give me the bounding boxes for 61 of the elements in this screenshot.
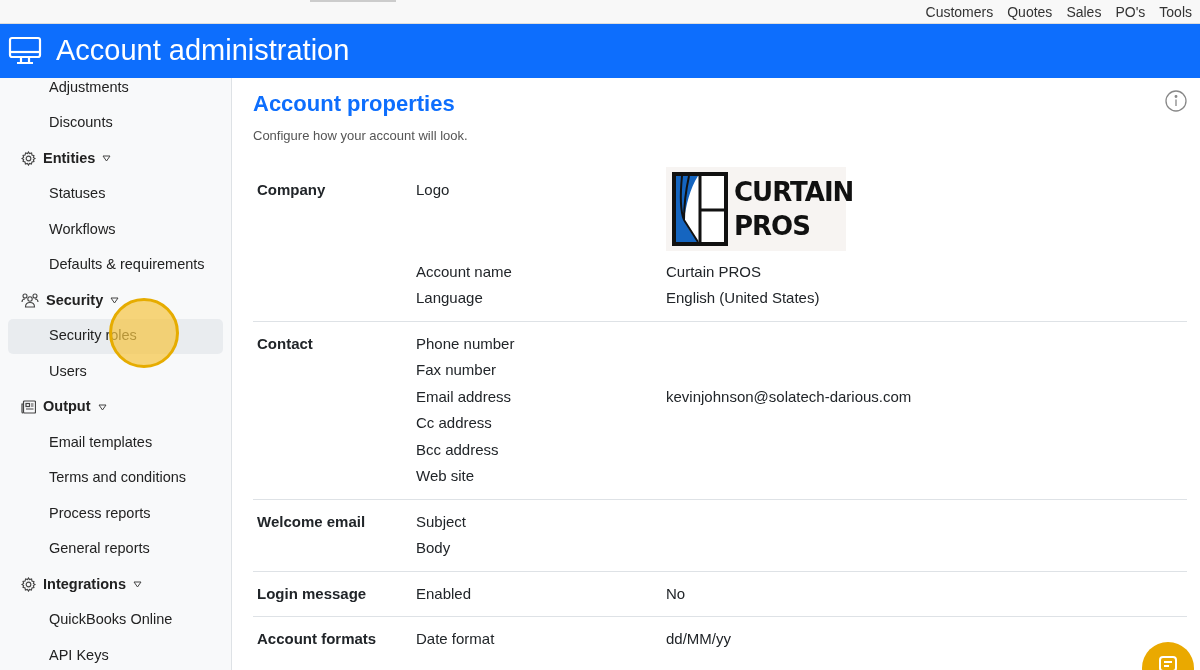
sidebar-item[interactable]: Process reports xyxy=(8,496,223,532)
field-label: Fax number xyxy=(416,360,498,380)
section-label: Account formats xyxy=(256,629,378,649)
sidebar-item[interactable]: API Keys xyxy=(8,638,223,670)
sidebar-item[interactable]: Workflows xyxy=(8,212,223,248)
field-label: Enabled xyxy=(416,583,473,604)
info-icon[interactable] xyxy=(1165,90,1187,112)
sidebar-group-label[interactable]: Output xyxy=(43,396,91,419)
caret-icon[interactable] xyxy=(102,155,112,163)
caret-icon[interactable] xyxy=(110,297,120,305)
sidebar-group-label[interactable]: Integrations xyxy=(43,573,126,596)
sidebar-item[interactable]: Statuses xyxy=(8,176,223,212)
sidebar-item[interactable]: Users xyxy=(8,354,223,390)
nav-link[interactable]: Tools xyxy=(1159,3,1192,20)
field-label: Subject xyxy=(416,511,468,532)
field-label: Web site xyxy=(416,466,476,486)
section-subtitle: Configure how your account will look. xyxy=(253,127,469,145)
newspaper-icon xyxy=(21,400,36,415)
sidebar-item[interactable]: Adjustments xyxy=(8,78,223,106)
field-label: Logo xyxy=(416,179,451,200)
logo-text: PROS xyxy=(734,209,811,243)
field-label: Email address xyxy=(416,386,513,407)
nav-link[interactable]: Customers xyxy=(925,3,994,20)
gear-icon xyxy=(21,577,36,593)
nav-link[interactable]: Sales xyxy=(1066,3,1102,20)
field-label: Date format xyxy=(416,629,496,649)
caret-icon[interactable] xyxy=(97,403,107,411)
section-title: Account properties xyxy=(253,90,455,118)
caret-icon[interactable] xyxy=(133,581,142,589)
page-title: Account administration xyxy=(56,33,350,69)
section-label: Welcome email xyxy=(256,511,367,532)
monitor-icon xyxy=(8,36,42,66)
nav-link[interactable]: PO's xyxy=(1115,3,1146,20)
section-label: Company xyxy=(256,179,327,200)
gear-icon xyxy=(21,151,36,167)
section-label: Login message xyxy=(256,583,368,604)
sidebar-group-label[interactable]: Security xyxy=(46,289,104,312)
field-value: No xyxy=(666,583,686,604)
field-label: Cc address xyxy=(416,413,493,433)
sidebar-item[interactable]: General reports xyxy=(8,531,223,567)
field-value: kevinjohnson@solatech-darious.com xyxy=(666,386,912,407)
people-icon xyxy=(21,293,39,309)
section-label: Contact xyxy=(256,333,314,354)
field-value: English (United States) xyxy=(666,288,820,308)
sidebar-item[interactable]: Defaults & requirements xyxy=(8,247,223,283)
field-label: Bcc address xyxy=(416,439,500,460)
field-label: Phone number xyxy=(416,333,516,354)
field-value: dd/MM/yy xyxy=(666,629,731,649)
field-label: Account name xyxy=(416,261,513,282)
nav-link[interactable]: Quotes xyxy=(1007,3,1053,20)
field-value: Curtain PROS xyxy=(666,261,762,282)
field-label: Language xyxy=(416,288,484,308)
sidebar-item[interactable]: QuickBooks Online xyxy=(8,602,223,638)
logo-text: CURTAIN xyxy=(734,175,854,209)
chat-icon xyxy=(1159,656,1177,670)
curtain-window-icon xyxy=(672,171,728,246)
sidebar-group-label[interactable]: Entities xyxy=(43,147,96,170)
sidebar-item[interactable]: Email templates xyxy=(8,425,223,461)
sidebar-item[interactable]: Terms and conditions xyxy=(8,460,223,496)
field-label: Body xyxy=(416,538,452,558)
sidebar-item[interactable]: Discounts xyxy=(8,105,223,141)
